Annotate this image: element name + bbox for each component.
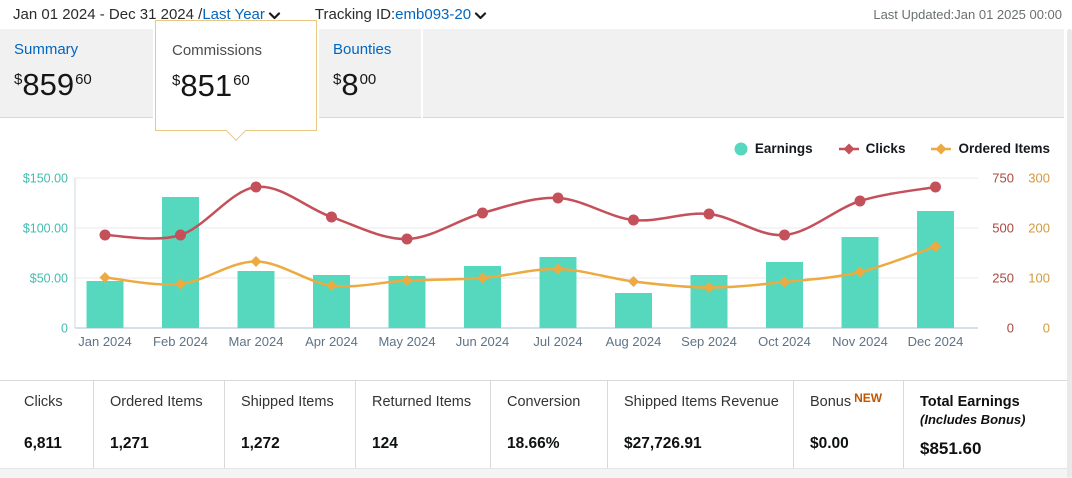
svg-text:Sep 2024: Sep 2024 [681,334,737,349]
svg-text:0: 0 [1043,321,1050,336]
next-section-edge [0,468,1072,478]
legend-clicks[interactable]: Clicks [839,141,906,156]
svg-text:500: 500 [992,221,1014,236]
stat-bonus: BonusNEW $0.00 [793,381,903,468]
new-badge: NEW [854,391,882,405]
svg-text:300: 300 [1028,171,1050,186]
stat-shipped-items-revenue: Shipped Items Revenue $27,726.91 [607,381,793,468]
earnings-chart: $150.00 $100.00 $50.00 0 750 500 250 0 300 200 100… [0,160,1072,360]
svg-text:Jul 2024: Jul 2024 [533,334,582,349]
legend-ordered-items[interactable]: Ordered Items [931,141,1050,156]
tab-summary-value: $85960 [14,67,153,103]
svg-text:Apr 2024: Apr 2024 [305,334,358,349]
chart-canvas: $150.00 $100.00 $50.00 0 750 500 250 0 300 200 100… [0,160,1072,360]
svg-text:Mar 2024: Mar 2024 [229,334,284,349]
legend-earnings[interactable]: Earnings [734,141,813,156]
svg-text:0: 0 [1007,321,1014,336]
svg-text:Oct 2024: Oct 2024 [758,334,811,349]
tab-bounties-value: $800 [333,67,421,103]
chart-legend: Earnings Clicks Ordered Items [734,141,1050,156]
selected-tab-pointer [226,121,246,141]
svg-text:Nov 2024: Nov 2024 [832,334,888,349]
svg-text:250: 250 [992,271,1014,286]
tab-summary-label: Summary [14,41,153,58]
svg-text:100: 100 [1028,271,1050,286]
tab-bounties[interactable]: Bounties $800 [319,29,421,118]
stat-clicks: Clicks 6,811 [0,381,93,468]
earnings-dot-icon [734,142,748,156]
svg-text:Jan 2024: Jan 2024 [78,334,132,349]
ordered-items-marker-icon [931,143,951,155]
tab-commissions-selected[interactable]: Commissions $85160 [155,20,317,131]
svg-text:Dec 2024: Dec 2024 [908,334,964,349]
earnings-tabs: Summary $85960 Commissions $85160 Bounti… [0,29,1064,119]
tracking-id-dropdown[interactable]: emb093-20 [395,6,471,23]
svg-text:Feb 2024: Feb 2024 [153,334,208,349]
svg-text:200: 200 [1028,221,1050,236]
scrollbar[interactable] [1067,29,1072,478]
chevron-down-icon[interactable] [474,12,487,21]
stat-returned-items: Returned Items 124 [355,381,490,468]
clicks-marker-icon [839,143,859,155]
stat-conversion: Conversion 18.66% [490,381,607,468]
tab-bounties-label: Bounties [333,41,421,58]
stat-ordered-items: Ordered Items 1,271 [93,381,224,468]
svg-text:$50.00: $50.00 [30,272,68,286]
last-updated-text: Last Updated:Jan 01 2025 00:00 [873,7,1066,22]
tab-strip-filler [423,29,1064,118]
stat-shipped-items: Shipped Items 1,272 [224,381,355,468]
svg-text:May 2024: May 2024 [378,334,435,349]
summary-stats-row: Clicks 6,811 Ordered Items 1,271 Shipped… [0,380,1072,468]
tracking-id-label: Tracking ID: [315,6,395,23]
tab-commissions-value: $85160 [172,68,316,104]
stat-total-earnings: Total Earnings (Includes Bonus) $851.60 [903,381,1072,468]
svg-text:$150.00: $150.00 [23,172,68,186]
tab-commissions-label: Commissions [172,42,316,59]
svg-text:Jun 2024: Jun 2024 [456,334,510,349]
svg-text:750: 750 [992,171,1014,186]
svg-text:Aug 2024: Aug 2024 [606,334,662,349]
svg-text:$100.00: $100.00 [23,222,68,236]
svg-text:0: 0 [61,322,68,336]
tab-summary[interactable]: Summary $85960 [0,29,153,118]
